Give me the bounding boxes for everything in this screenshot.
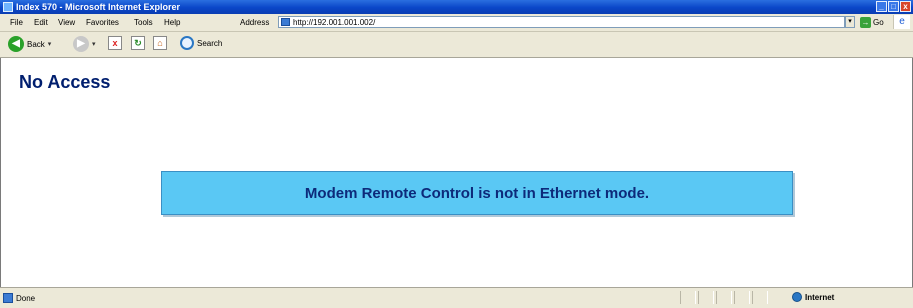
address-dropdown-button[interactable]: ▾ — [845, 16, 855, 28]
menu-tools[interactable]: Tools — [134, 18, 153, 27]
status-pane — [752, 291, 768, 304]
minimize-icon[interactable]: _ — [876, 1, 887, 12]
address-url: http://192.001.001.002/ — [293, 18, 376, 27]
menu-file[interactable]: File — [10, 18, 23, 27]
menu-favorites[interactable]: Favorites — [86, 18, 119, 27]
page-icon — [281, 18, 290, 26]
zone-label: Internet — [805, 292, 835, 302]
forward-arrow-icon: ▶ — [73, 36, 89, 52]
search-button[interactable]: Search — [180, 36, 222, 50]
status-pane — [680, 291, 696, 304]
home-icon: ⌂ — [153, 36, 167, 50]
status-text: Done — [16, 293, 36, 303]
search-icon — [180, 36, 194, 50]
security-zone[interactable]: Internet — [792, 292, 834, 302]
go-arrow-icon: → — [860, 16, 871, 28]
forward-button[interactable]: ▶ ▾ — [73, 36, 96, 52]
address-label: Address — [240, 18, 270, 27]
menu-edit[interactable]: Edit — [34, 18, 48, 27]
menu-view[interactable]: View — [58, 18, 75, 27]
status-pane — [698, 291, 714, 304]
window-controls: _ □ x — [876, 1, 911, 12]
page-heading: No Access — [19, 72, 111, 92]
go-button[interactable]: → Go — [860, 16, 884, 28]
back-button[interactable]: ◀ Back ▾ — [8, 36, 51, 52]
ie-app-icon — [3, 2, 13, 12]
title-bar[interactable]: Index 570 - Microsoft Internet Explorer … — [0, 0, 913, 14]
standard-toolbar: ◀ Back ▾ ▶ ▾ x ↻ ⌂ Search — [0, 32, 913, 58]
status-text-area: Done — [3, 293, 35, 303]
close-icon[interactable]: x — [900, 1, 911, 12]
refresh-icon: ↻ — [131, 36, 145, 50]
status-pane — [734, 291, 750, 304]
back-dropdown-icon[interactable]: ▾ — [48, 40, 52, 48]
status-bar: Done Internet — [0, 287, 913, 308]
ie-logo-icon: e — [893, 15, 910, 29]
message-box: Modem Remote Control is not in Ethernet … — [161, 171, 793, 215]
home-button[interactable]: ⌂ — [153, 36, 167, 50]
search-label: Search — [197, 38, 223, 48]
menu-help[interactable]: Help — [164, 18, 180, 27]
globe-icon — [792, 292, 802, 302]
refresh-button[interactable]: ↻ — [131, 36, 145, 50]
forward-dropdown-icon[interactable]: ▾ — [92, 40, 96, 48]
page-icon — [3, 293, 13, 303]
stop-button[interactable]: x — [108, 36, 122, 50]
error-message: Modem Remote Control is not in Ethernet … — [304, 184, 650, 202]
status-pane — [716, 291, 732, 304]
go-label: Go — [873, 17, 884, 27]
back-label: Back — [27, 39, 45, 49]
window-title: Index 570 - Microsoft Internet Explorer — [16, 2, 181, 12]
menu-bar: File Edit View Favorites Tools Help Addr… — [0, 14, 913, 32]
address-input[interactable]: http://192.001.001.002/ — [278, 16, 845, 28]
stop-icon: x — [108, 36, 122, 50]
page-content: No Access Modem Remote Control is not in… — [0, 58, 913, 287]
back-arrow-icon: ◀ — [8, 36, 24, 52]
maximize-icon[interactable]: □ — [888, 1, 899, 12]
